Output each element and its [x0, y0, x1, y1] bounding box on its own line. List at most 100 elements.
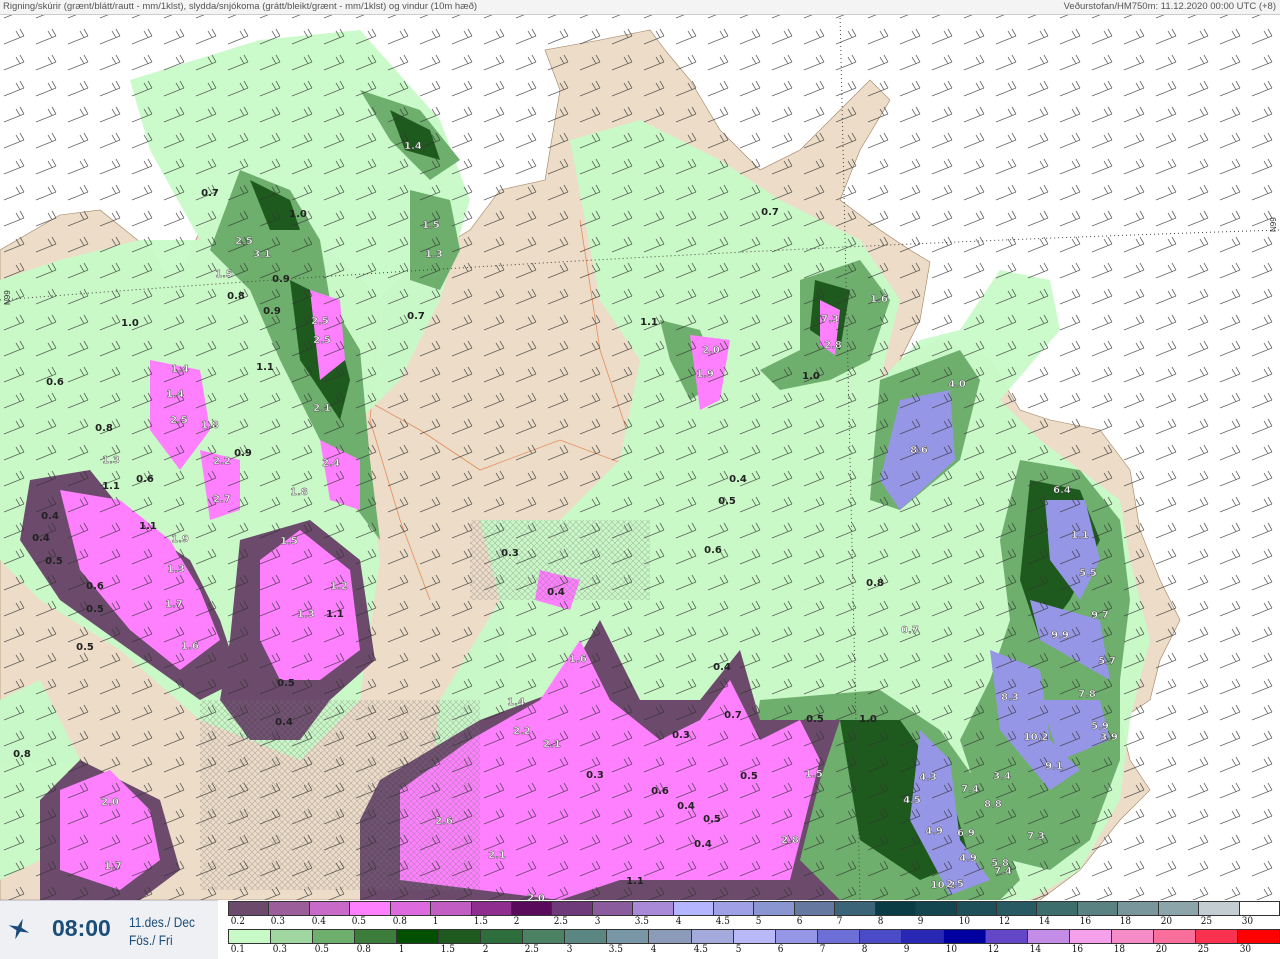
precipitation-wind-map[interactable]: N99 N99 1.4 0.7 1.0 1.5 1.3 2.5 3.1 1.5 0.9 0.8 0.…	[0, 14, 1280, 900]
precip-value-label: 1.0	[859, 714, 877, 725]
rain-swatch	[480, 929, 524, 944]
snow-swatch	[430, 901, 472, 916]
precip-value-label: 7.8	[1078, 689, 1096, 700]
snow-scale-label: 4	[675, 915, 682, 927]
precip-value-label: 5.5	[1079, 568, 1097, 579]
snow-scale-label: 4.5	[715, 915, 730, 927]
precip-value-label: 1.3	[297, 609, 315, 620]
grid-label: N99	[1269, 217, 1278, 232]
snow-scale-label: 20	[1160, 915, 1172, 927]
snow-swatch	[510, 901, 553, 916]
precip-value-label: 9.9	[1051, 630, 1069, 641]
precip-value-label: 0.4	[713, 662, 731, 673]
rain-scale-label: 25	[1197, 943, 1210, 955]
rain-swatch	[774, 929, 818, 944]
precip-value-label: 7.4	[961, 784, 979, 795]
precip-value-label: 4.3	[919, 772, 937, 783]
rain-scale-label: 10	[945, 943, 957, 955]
snow-scale-label: 18	[1119, 915, 1132, 927]
precip-value-label: 0.5	[45, 556, 63, 567]
snow-scale-label: 25	[1200, 915, 1213, 927]
snow-scale-label: 5	[756, 915, 762, 927]
rain-swatch	[438, 929, 482, 944]
precip-value-label: 2.5	[235, 236, 253, 247]
precip-value-label: 0.5	[277, 678, 295, 689]
precip-value-label: 3.9	[1100, 732, 1118, 743]
rain-swatch	[732, 929, 776, 944]
rain-scale-label: 14	[1029, 943, 1041, 955]
snow-swatch	[1117, 901, 1159, 916]
header-bar: Rigning/skúrir (grænt/blátt/rautt - mm/1…	[0, 0, 1280, 15]
rain-swatch	[1068, 929, 1112, 944]
precip-value-label: 1.5	[215, 269, 233, 280]
precip-value-label: 8.3	[1001, 692, 1019, 703]
precip-value-label: 3.4	[993, 771, 1011, 782]
precip-value-label: 5.7	[1098, 656, 1116, 667]
rain-swatch	[270, 929, 314, 944]
snow-swatch	[1238, 901, 1280, 916]
precip-value-label: 0.3	[586, 770, 604, 781]
snow-swatch	[874, 901, 917, 916]
rain-scale	[228, 929, 1280, 944]
precip-value-label: 7.3	[1027, 831, 1045, 842]
rain-swatch	[228, 929, 272, 944]
precip-value-label: 1.1	[640, 317, 658, 328]
snow-scale-label: 6	[796, 915, 803, 927]
snow-swatch	[1157, 901, 1200, 916]
precip-value-label: 1.1	[102, 481, 120, 492]
snow-swatch	[632, 901, 674, 916]
rain-scale-label: 20	[1155, 943, 1168, 955]
precip-value-label: 1.7	[104, 861, 122, 872]
precip-value-label: 6.4	[1053, 485, 1071, 496]
precip-value-label: 8.8	[984, 799, 1002, 810]
rain-scale-label: 0.5	[314, 943, 329, 955]
snow-swatch	[551, 901, 593, 916]
snow-scale-label: 3.5	[634, 915, 650, 927]
precip-value-label: 0.7	[724, 710, 742, 721]
precip-value-label: 0.9	[263, 306, 281, 317]
precip-value-label: 2.0	[527, 893, 545, 900]
precip-value-label: 0.6	[86, 581, 104, 592]
snow-scale-label: 0.4	[311, 915, 326, 927]
precip-value-label: 0.4	[694, 839, 712, 850]
rain-scale-label: 5	[735, 943, 741, 955]
valid-time: 08:00	[52, 915, 111, 941]
precip-value-label: 4.0	[948, 379, 966, 390]
precip-value-label: 1.1	[256, 362, 274, 373]
snow-scale-label: 8	[877, 915, 884, 927]
rain-swatch	[900, 929, 944, 944]
precip-value-label: 0.5	[806, 714, 824, 725]
rain-scale-label: 4.5	[693, 943, 708, 955]
precip-value-label: 2.8	[781, 835, 799, 846]
sparkle-compass-icon	[8, 918, 30, 940]
color-legend: 0.2 0.3 0.4 0.5 0.8 1 1.5 2 2.5 3 3.5 4 4.5 5 6 7 8 9 10 12…	[228, 900, 1280, 958]
precip-value-label: 1.3	[102, 455, 120, 466]
precip-value-label: 0.8	[227, 291, 245, 302]
precip-value-label: 1.6	[870, 294, 888, 305]
rain-swatch	[816, 929, 860, 944]
snow-swatch	[672, 901, 715, 916]
rain-scale-label: 2.5	[525, 943, 540, 955]
rain-scale-label: 1.5	[440, 943, 456, 955]
snow-swatch	[228, 901, 270, 916]
precip-value-label: 0.8	[95, 423, 113, 434]
precip-value-label: 0.7	[201, 188, 219, 199]
snow-swatch	[996, 901, 1038, 916]
rain-swatch	[690, 929, 734, 944]
rain-swatch	[312, 929, 356, 944]
precip-value-label: 0.4	[729, 474, 747, 485]
precip-value-label: 1.1	[326, 609, 344, 620]
precip-value-label: 0.4	[41, 511, 59, 522]
precip-value-label: 0.5	[718, 496, 736, 507]
rain-scale-label: 2	[482, 943, 489, 955]
precip-value-label: 1.2	[330, 581, 348, 592]
wind-barbs	[0, 14, 1280, 900]
precip-value-label: 2.5	[170, 415, 188, 426]
precip-value-label: 1.4	[507, 697, 525, 708]
precip-value-label: 0.8	[866, 578, 884, 589]
precip-value-label: 1.3	[425, 249, 443, 260]
snow-swatch	[308, 901, 351, 916]
precip-value-label: 2.4	[322, 458, 340, 469]
rain-swatch	[1026, 929, 1070, 944]
rain-swatch	[1195, 929, 1239, 944]
